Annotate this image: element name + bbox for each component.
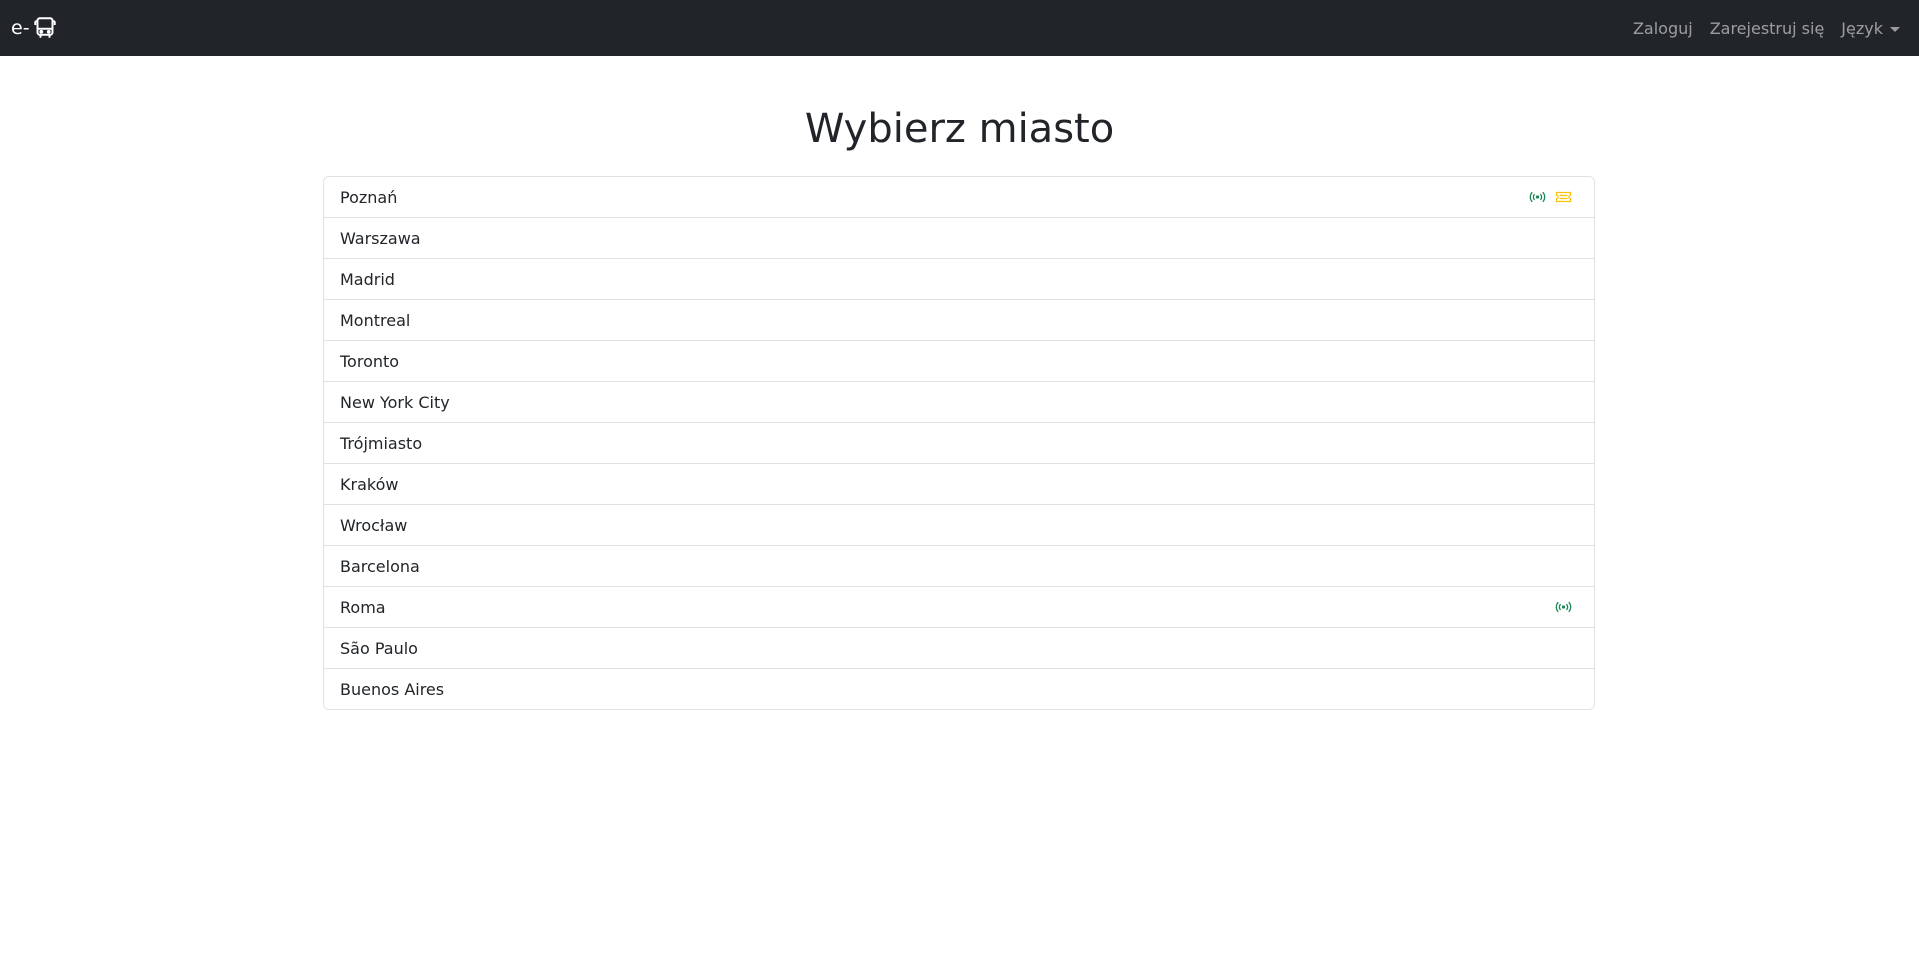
live-broadcast-icon [1555,598,1572,617]
top-navbar: e- Zaloguj Zarejestruj się Język [0,0,1919,56]
city-list-item[interactable]: Buenos Aires [324,669,1594,709]
login-link[interactable]: Zaloguj [1633,19,1693,38]
city-list-item[interactable]: Madrid [324,259,1594,300]
city-list-item[interactable]: São Paulo [324,628,1594,669]
live-broadcast-icon [1529,188,1546,207]
city-list-item[interactable]: Poznań [324,177,1594,218]
city-name: Poznań [340,187,398,207]
caret-down-icon [1890,26,1900,32]
brand-logo-link[interactable]: e- [11,0,57,56]
city-name: Buenos Aires [340,679,445,699]
city-name: Roma [340,597,386,617]
city-list-item[interactable]: Toronto [324,341,1594,382]
city-list-item[interactable]: Roma [324,587,1594,628]
city-name: Trójmiasto [340,433,423,453]
city-feature-icons [1555,598,1572,617]
city-feature-icons [1529,188,1572,207]
city-list-item[interactable]: Barcelona [324,546,1594,587]
language-dropdown[interactable]: Język [1841,19,1900,38]
city-list-item[interactable]: Wrocław [324,505,1594,546]
register-link[interactable]: Zarejestruj się [1710,19,1825,38]
city-name: Wrocław [340,515,408,535]
ticket-icon [1555,188,1572,207]
city-list-item[interactable]: Trójmiasto [324,423,1594,464]
page-title: Wybierz miasto [804,106,1115,152]
language-dropdown-label: Język [1841,18,1883,38]
city-list: Poznań Warszawa Madrid Montreal Toronto New Y… [323,176,1595,710]
navbar-menu: Zaloguj Zarejestruj się Język [1616,0,1900,56]
city-name: Madrid [340,269,395,289]
city-name: Montreal [340,310,411,330]
city-name: Warszawa [340,228,421,248]
city-list-item[interactable]: Warszawa [324,218,1594,259]
city-list-item[interactable]: Kraków [324,464,1594,505]
city-name: Barcelona [340,556,420,576]
brand-text: e- [11,16,30,39]
city-list-item[interactable]: New York City [324,382,1594,423]
city-name: Toronto [340,351,400,371]
city-name: New York City [340,392,450,412]
city-name: Kraków [340,474,399,494]
city-name: São Paulo [340,638,418,658]
bus-icon [33,16,57,40]
city-list-item[interactable]: Montreal [324,300,1594,341]
